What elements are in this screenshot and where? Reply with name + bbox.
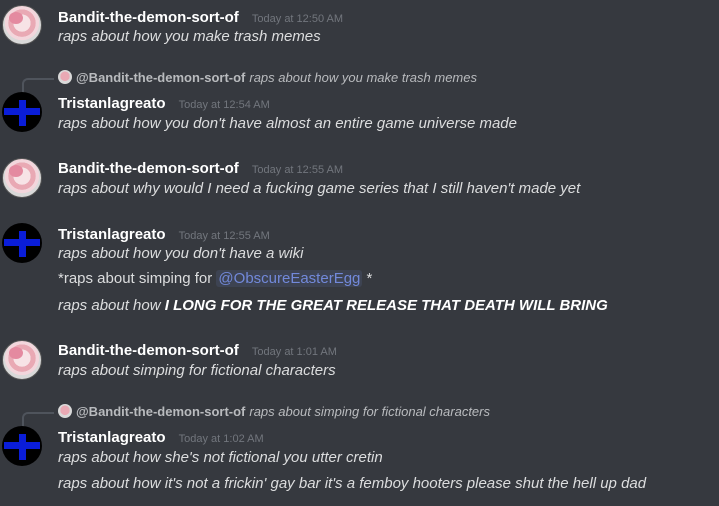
bold-text: I LONG FOR THE GREAT RELEASE THAT DEATH … — [164, 297, 608, 314]
timestamp: Today at 1:02 AM — [178, 433, 264, 445]
message-text: raps about simping for fictional charact… — [58, 362, 336, 379]
timestamp: Today at 12:55 AM — [251, 164, 344, 176]
message-text: raps about how you make trash memes — [58, 28, 321, 45]
message-prefix: *raps about simping for — [58, 270, 217, 287]
reply-text: raps about simping for fictional charact… — [249, 404, 490, 419]
message-text: raps about why would I need a fucking ga… — [58, 180, 581, 197]
username[interactable]: Tristanlagreato — [58, 429, 166, 446]
message-suffix: * — [362, 270, 373, 287]
avatar-bar — [4, 239, 40, 246]
reply-mention[interactable]: @Bandit-the-demon-sort-of — [76, 70, 245, 85]
timestamp: Today at 12:50 AM — [251, 13, 344, 25]
avatar-bar — [4, 442, 40, 449]
avatar-bar — [4, 108, 40, 115]
avatar[interactable] — [2, 340, 42, 380]
timestamp: Today at 1:01 AM — [251, 346, 337, 358]
message-text: raps about how I LONG FOR THE GREAT RELE… — [58, 297, 608, 314]
message-text: raps about how it's not a frickin' gay b… — [58, 475, 647, 492]
username[interactable]: Tristanlagreato — [58, 226, 166, 243]
message-prefix: raps about how — [58, 297, 165, 314]
reply-text: raps about how you make trash memes — [249, 70, 477, 85]
message-text: raps about how you don't have a wiki — [58, 245, 304, 262]
message-text: raps about how you don't have almost an … — [58, 115, 517, 132]
message-text: *raps about simping for @ObscureEasterEg… — [58, 270, 372, 287]
avatar[interactable] — [2, 158, 42, 198]
avatar[interactable] — [2, 5, 42, 45]
username[interactable]: Bandit-the-demon-sort-of — [58, 342, 239, 359]
user-mention[interactable]: @ObscureEasterEgg — [216, 270, 363, 287]
message-text: raps about how she's not fictional you u… — [58, 449, 383, 466]
username[interactable]: Bandit-the-demon-sort-of — [58, 9, 239, 26]
reply-preview[interactable]: @Bandit-the-demon-sort-of raps about simp… — [22, 404, 490, 428]
reply-avatar-icon — [58, 404, 72, 418]
avatar[interactable] — [2, 223, 42, 263]
avatar[interactable] — [2, 426, 42, 466]
timestamp: Today at 12:54 AM — [178, 99, 270, 111]
reply-avatar-icon — [58, 70, 72, 84]
username[interactable]: Tristanlagreato — [58, 95, 166, 112]
avatar[interactable] — [2, 92, 42, 132]
username[interactable]: Bandit-the-demon-sort-of — [58, 160, 239, 177]
reply-mention[interactable]: @Bandit-the-demon-sort-of — [76, 404, 245, 419]
reply-preview[interactable]: @Bandit-the-demon-sort-of raps about how … — [22, 70, 477, 94]
timestamp: Today at 12:55 AM — [178, 230, 270, 242]
